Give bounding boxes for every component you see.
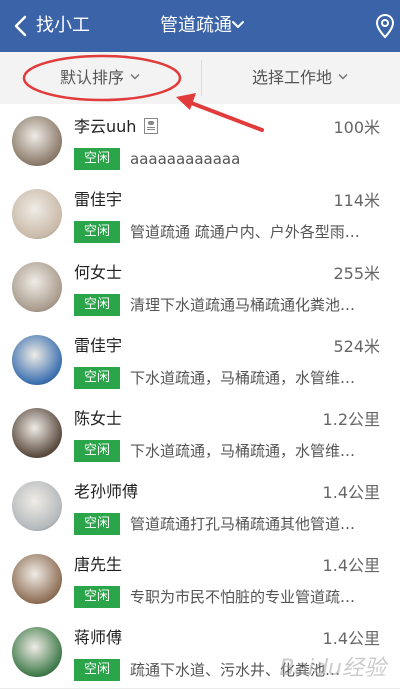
worker-name-text: 何女士	[74, 263, 123, 282]
worker-name-text: 陈女士	[74, 409, 123, 428]
worker-name: 唐先生	[74, 555, 122, 575]
worker-name-text: 雷佳宇	[74, 336, 123, 355]
worker-name-text: 李云uuh	[74, 117, 137, 136]
worker-name: 雷佳宇	[74, 190, 122, 210]
back-button-label[interactable]: 找小工	[36, 15, 90, 37]
worker-list-item[interactable]: 陈女士 1.2公里空闲 下水道疏通，马桶疏通，水管维…	[0, 396, 400, 470]
distance-label: 1.4公里	[322, 556, 380, 575]
worker-name-text: 雷佳宇	[74, 190, 123, 209]
status-badge: 空闲	[74, 294, 120, 316]
status-badge: 空闲	[74, 148, 120, 170]
worker-name-text: 蒋师傅	[74, 628, 123, 647]
worker-name-text: 老孙师傅	[74, 482, 139, 501]
avatar	[12, 408, 62, 458]
worker-list-item[interactable]: 雷佳宇 524米空闲 下水道疏通，马桶疏通，水管维…	[0, 323, 400, 397]
work-area-dropdown[interactable]: 选择工作地	[252, 52, 348, 104]
worker-list-item[interactable]: 李云uuh 100米空闲 aaaaaaaaaaaa	[0, 104, 400, 178]
worker-name: 老孙师傅	[74, 482, 138, 502]
avatar	[12, 189, 62, 239]
status-badge: 空闲	[74, 440, 120, 462]
distance-label: 255米	[333, 264, 380, 283]
service-description: aaaaaaaaaaaa	[130, 150, 241, 168]
status-badge: 空闲	[74, 367, 120, 389]
status-badge: 空闲	[74, 221, 120, 243]
chevron-down-icon	[130, 73, 140, 80]
worker-name: 何女士	[74, 263, 122, 283]
service-description: 管道疏通 疏通户内、户外各型雨…	[130, 223, 360, 241]
worker-list-item[interactable]: 老孙师傅 1.4公里空闲 管道疏通打孔马桶疏通其他管道…	[0, 469, 400, 543]
chevron-down-icon[interactable]	[232, 20, 244, 30]
back-arrow-icon[interactable]	[8, 12, 36, 40]
filter-bar: 默认排序 选择工作地	[0, 52, 400, 105]
worker-list-item[interactable]: 蒋师傅 1.4公里空闲 疏通下水道、污水井、化粪池…	[0, 615, 400, 689]
worker-list-item[interactable]: 何女士 255米空闲 清理下水道疏通马桶疏通化粪池…	[0, 250, 400, 324]
worker-name: 雷佳宇	[74, 336, 122, 356]
avatar	[12, 262, 62, 312]
distance-label: 524米	[333, 337, 380, 356]
avatar	[12, 335, 62, 385]
distance-label: 114米	[333, 191, 380, 210]
service-description: 疏通下水道、污水井、化粪池…	[130, 661, 341, 679]
header-bar: 找小工 管道疏通	[0, 0, 400, 52]
distance-label: 100米	[333, 118, 380, 137]
avatar	[12, 481, 62, 531]
worker-name: 陈女士	[74, 409, 122, 429]
worker-list-item[interactable]: 雷佳宇 114米空闲 管道疏通 疏通户内、户外各型雨…	[0, 177, 400, 251]
id-card-icon	[144, 117, 159, 134]
work-area-dropdown-label: 选择工作地	[252, 68, 333, 87]
sort-dropdown[interactable]: 默认排序	[60, 52, 140, 104]
status-badge: 空闲	[74, 513, 120, 535]
distance-label: 1.2公里	[322, 410, 380, 429]
worker-name: 李云uuh	[74, 117, 159, 137]
avatar	[12, 554, 62, 604]
filter-divider	[201, 60, 202, 96]
service-description: 管道疏通打孔马桶疏通其他管道…	[130, 515, 356, 533]
avatar	[12, 116, 62, 166]
service-description: 下水道疏通，马桶疏通，水管维…	[130, 369, 356, 387]
category-title[interactable]: 管道疏通	[160, 15, 232, 37]
status-badge: 空闲	[74, 659, 120, 681]
sort-dropdown-label: 默认排序	[60, 68, 125, 87]
chevron-down-icon	[338, 73, 348, 80]
worker-name-text: 唐先生	[74, 555, 123, 574]
avatar	[12, 627, 62, 677]
worker-list-item[interactable]: 唐先生 1.4公里空闲 专职为市民不怕脏的专业管道疏…	[0, 542, 400, 616]
worker-name: 蒋师傅	[74, 628, 122, 648]
distance-label: 1.4公里	[322, 483, 380, 502]
service-description: 下水道疏通，马桶疏通，水管维…	[130, 442, 356, 460]
location-pin-icon[interactable]	[374, 13, 396, 39]
distance-label: 1.4公里	[322, 629, 380, 648]
status-badge: 空闲	[74, 586, 120, 608]
service-description: 清理下水道疏通马桶疏通化粪池…	[130, 296, 356, 314]
service-description: 专职为市民不怕脏的专业管道疏…	[130, 588, 356, 606]
